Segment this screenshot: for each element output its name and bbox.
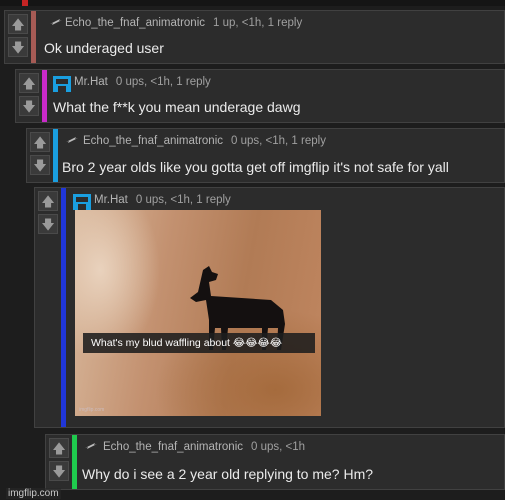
thread-bar bbox=[53, 129, 58, 182]
downvote-button[interactable]: 🡇 bbox=[38, 214, 58, 234]
comment-meta: 0 ups, <1h, 1 reply bbox=[115, 76, 211, 88]
meme-image[interactable]: What's my blud waffling about 😂😂😂😂 imgfl… bbox=[75, 210, 321, 416]
thread-bar bbox=[72, 435, 77, 489]
username-link[interactable]: Echo_the_fnaf_animatronic bbox=[103, 441, 243, 453]
arrow-down-icon: 🡇 bbox=[11, 39, 25, 55]
downvote-button[interactable]: 🡇 bbox=[8, 37, 28, 57]
meme-caption: What's my blud waffling about 😂😂😂😂 bbox=[83, 333, 315, 353]
top-bar bbox=[0, 0, 505, 6]
comment-2: 🡅 🡇 Mr.Hat 0 ups, <1h, 1 reply What the f… bbox=[15, 69, 505, 123]
comment-5: 🡅 🡇 Echo_the_fnaf_animatronic 0 ups, <1h … bbox=[45, 434, 505, 490]
username-link[interactable]: Mr.Hat bbox=[94, 194, 128, 206]
comment-4: 🡅 🡇 Mr.Hat 0 ups, <1h, 1 reply What's my … bbox=[34, 187, 505, 428]
image-watermark: imgflip.com bbox=[79, 407, 105, 413]
upvote-button[interactable]: 🡅 bbox=[19, 73, 39, 93]
upvote-button[interactable]: 🡅 bbox=[8, 14, 28, 34]
arrow-up-icon: 🡅 bbox=[11, 16, 25, 32]
username-link[interactable]: Echo_the_fnaf_animatronic bbox=[65, 17, 205, 29]
comment-1: 🡅 🡇 Echo_the_fnaf_animatronic 1 up, <1h, … bbox=[4, 10, 505, 64]
site-watermark: imgflip.com bbox=[6, 488, 61, 499]
echo-avatar-icon[interactable] bbox=[49, 16, 63, 28]
thread-bar bbox=[42, 70, 47, 122]
echo-avatar-icon[interactable] bbox=[65, 134, 79, 146]
thread-bar bbox=[61, 188, 66, 427]
arrow-down-icon: 🡇 bbox=[22, 98, 36, 114]
comment-meta: 0 ups, <1h bbox=[251, 441, 306, 453]
comment-text: What the f**k you mean underage dawg bbox=[53, 99, 301, 115]
red-marker bbox=[22, 0, 28, 6]
upvote-button[interactable]: 🡅 bbox=[38, 191, 58, 211]
comment-meta: 1 up, <1h, 1 reply bbox=[213, 17, 303, 29]
comment-text: Why do i see a 2 year old replying to me… bbox=[82, 466, 374, 482]
echo-avatar-icon[interactable] bbox=[84, 440, 98, 452]
comment-header: Echo_the_fnaf_animatronic 0 ups, <1h bbox=[103, 441, 305, 453]
username-link[interactable]: Echo_the_fnaf_animatronic bbox=[83, 135, 223, 147]
arrow-up-icon: 🡅 bbox=[22, 75, 36, 91]
arrow-down-icon: 🡇 bbox=[33, 157, 47, 173]
comment-header: Echo_the_fnaf_animatronic 1 up, <1h, 1 re… bbox=[65, 17, 302, 29]
comment-text: Bro 2 year olds like you gotta get off i… bbox=[62, 159, 449, 175]
arrow-up-icon: 🡅 bbox=[33, 134, 47, 150]
downvote-button[interactable]: 🡇 bbox=[30, 155, 50, 175]
comment-header: Mr.Hat 0 ups, <1h, 1 reply bbox=[74, 76, 211, 88]
comment-header: Echo_the_fnaf_animatronic 0 ups, <1h, 1 r… bbox=[83, 135, 326, 147]
comment-meta: 0 ups, <1h, 1 reply bbox=[135, 194, 231, 206]
username-link[interactable]: Mr.Hat bbox=[74, 76, 108, 88]
comment-text: Ok underaged user bbox=[44, 40, 164, 56]
downvote-button[interactable]: 🡇 bbox=[19, 96, 39, 116]
comment-3: 🡅 🡇 Echo_the_fnaf_animatronic 0 ups, <1h,… bbox=[26, 128, 505, 183]
thread-bar bbox=[31, 11, 36, 63]
arrow-down-icon: 🡇 bbox=[52, 463, 66, 479]
arrow-down-icon: 🡇 bbox=[41, 216, 55, 232]
mr-hat-avatar-icon[interactable] bbox=[72, 193, 92, 211]
upvote-button[interactable]: 🡅 bbox=[30, 132, 50, 152]
mr-hat-avatar-icon[interactable] bbox=[52, 75, 72, 93]
upvote-button[interactable]: 🡅 bbox=[49, 438, 69, 458]
arrow-up-icon: 🡅 bbox=[41, 193, 55, 209]
dog-silhouette bbox=[190, 266, 285, 350]
comment-meta: 0 ups, <1h, 1 reply bbox=[231, 135, 326, 147]
downvote-button[interactable]: 🡇 bbox=[49, 461, 69, 481]
comment-header: Mr.Hat 0 ups, <1h, 1 reply bbox=[94, 194, 231, 206]
arrow-up-icon: 🡅 bbox=[52, 440, 66, 456]
